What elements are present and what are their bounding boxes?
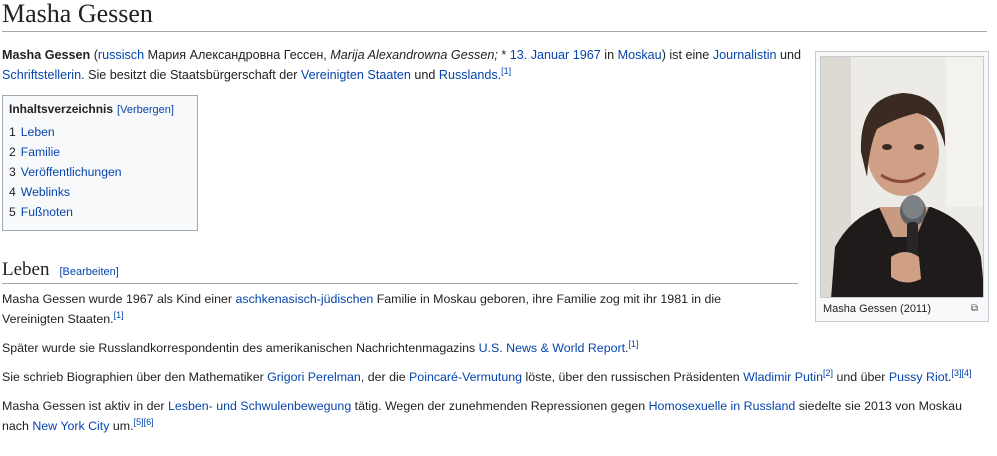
- infobox-thumbnail: Masha Gessen (2011) ⧉: [815, 51, 989, 322]
- edit-section-button[interactable]: [Bearbeiten]: [59, 266, 118, 278]
- link-vereinigte-staaten[interactable]: Vereinigten Staaten: [301, 68, 411, 82]
- toc-label[interactable]: Familie: [21, 145, 60, 159]
- link-schriftstellerin[interactable]: Schriftstellerin: [2, 68, 81, 82]
- text: und: [776, 48, 802, 62]
- toc-toggle-button[interactable]: [Verbergen]: [117, 104, 174, 116]
- link-poincare[interactable]: Poincaré-Vermutung: [409, 370, 522, 384]
- link-moskau[interactable]: Moskau: [618, 48, 662, 62]
- text: . Sie besitzt die Staatsbürgerschaft der: [81, 67, 301, 82]
- text: *: [497, 48, 510, 62]
- toc-item[interactable]: 4 Weblinks: [9, 182, 190, 202]
- toc-label[interactable]: Fußnoten: [21, 205, 73, 219]
- paragraph-2: Später wurde sie Russlandkorrespondentin…: [2, 338, 992, 358]
- toc-item[interactable]: 5 Fußnoten: [9, 202, 190, 222]
- toc-title: Inhaltsverzeichnis: [9, 102, 114, 117]
- link-homosexuelle-russland[interactable]: Homosexuelle in Russland: [649, 399, 796, 413]
- text: Masha Gessen wurde 1967 als Kind einer: [2, 292, 236, 306]
- section-title: Leben: [2, 259, 50, 280]
- text: in: [600, 48, 618, 62]
- toc-item[interactable]: 3 Veröffentlichungen: [9, 162, 190, 182]
- toc-number: 4: [9, 185, 16, 200]
- text: (: [90, 48, 98, 62]
- toc-number: 2: [9, 145, 16, 160]
- toc-list: 1 Leben 2 Familie 3 Veröffentlichungen 4 Web…: [9, 122, 190, 222]
- text: ) ist eine: [661, 48, 713, 62]
- toc-label[interactable]: Veröffentlichungen: [21, 165, 122, 179]
- text: um.: [109, 419, 134, 433]
- toc-label[interactable]: Leben: [21, 125, 55, 139]
- text: Sie schrieb Biographien über den Mathema…: [2, 370, 268, 384]
- toc-label[interactable]: Weblinks: [21, 185, 70, 199]
- text: löste, über den russischen Präsidenten: [522, 370, 744, 384]
- link-perelman[interactable]: Grigori Perelman: [267, 370, 361, 384]
- paragraph-4: Masha Gessen ist aktiv in der Lesben- un…: [2, 396, 992, 436]
- section-heading-leben: Leben [Bearbeiten]: [2, 256, 798, 284]
- toc-number: 1: [9, 125, 16, 140]
- toc-number: 5: [9, 205, 16, 220]
- portrait-image: [821, 57, 983, 297]
- ref-link[interactable]: [2]: [823, 368, 833, 378]
- link-new-york-city[interactable]: New York City: [32, 419, 109, 433]
- text: , der die: [360, 370, 410, 384]
- link-journalistin[interactable]: Journalistin: [713, 48, 777, 62]
- table-of-contents: Inhaltsverzeichnis [Verbergen] 1 Leben 2 Fa…: [2, 95, 198, 232]
- ref-link[interactable]: [3][4]: [952, 368, 972, 378]
- ref-link[interactable]: [5][6]: [134, 417, 154, 427]
- text-translit: Marija Alexandrowna Gessen;: [330, 48, 498, 62]
- link-russlands[interactable]: Russlands: [439, 68, 498, 82]
- toc-item[interactable]: 1 Leben: [9, 122, 190, 142]
- ref-link[interactable]: [1]: [629, 339, 639, 349]
- text: Мария Александровна Гессен,: [144, 48, 331, 62]
- text: tätig. Wegen der zunehmenden Repressione…: [351, 399, 649, 413]
- text: Später wurde sie Russlandkorrespondentin…: [2, 341, 479, 355]
- toc-number: 3: [9, 165, 16, 180]
- section-content: Masha Gessen wurde 1967 als Kind einer a…: [2, 289, 992, 445]
- paragraph-3: Sie schrieb Biographien über den Mathema…: [2, 367, 992, 387]
- subject-name: Masha Gessen: [2, 48, 91, 62]
- link-us-news[interactable]: U.S. News & World Report: [479, 341, 625, 355]
- portrait-photo[interactable]: [820, 56, 984, 298]
- ref-link[interactable]: [1]: [501, 65, 511, 75]
- ref-link[interactable]: [1]: [114, 310, 124, 320]
- page-title: Masha Gessen: [2, 0, 987, 32]
- intro-paragraph: Masha Gessen (russisch Мария Александров…: [2, 46, 802, 85]
- link-aschkenasisch[interactable]: aschkenasisch-jüdischen: [236, 292, 374, 306]
- link-pussy-riot[interactable]: Pussy Riot: [889, 370, 948, 384]
- link-lesben-schwulenbewegung[interactable]: Lesben- und Schwulenbewegung: [168, 399, 351, 413]
- toc-item[interactable]: 2 Familie: [9, 142, 190, 162]
- link-birthdate[interactable]: 13. Januar 1967: [510, 48, 601, 62]
- toc-heading: Inhaltsverzeichnis [Verbergen]: [9, 100, 190, 119]
- paragraph-1: Masha Gessen wurde 1967 als Kind einer a…: [2, 289, 782, 329]
- link-putin[interactable]: Wladimir Putin: [743, 370, 823, 384]
- link-russisch[interactable]: russisch: [98, 48, 144, 62]
- text: und: [410, 67, 439, 82]
- text: und über: [833, 370, 889, 384]
- text: Masha Gessen ist aktiv in der: [2, 399, 168, 413]
